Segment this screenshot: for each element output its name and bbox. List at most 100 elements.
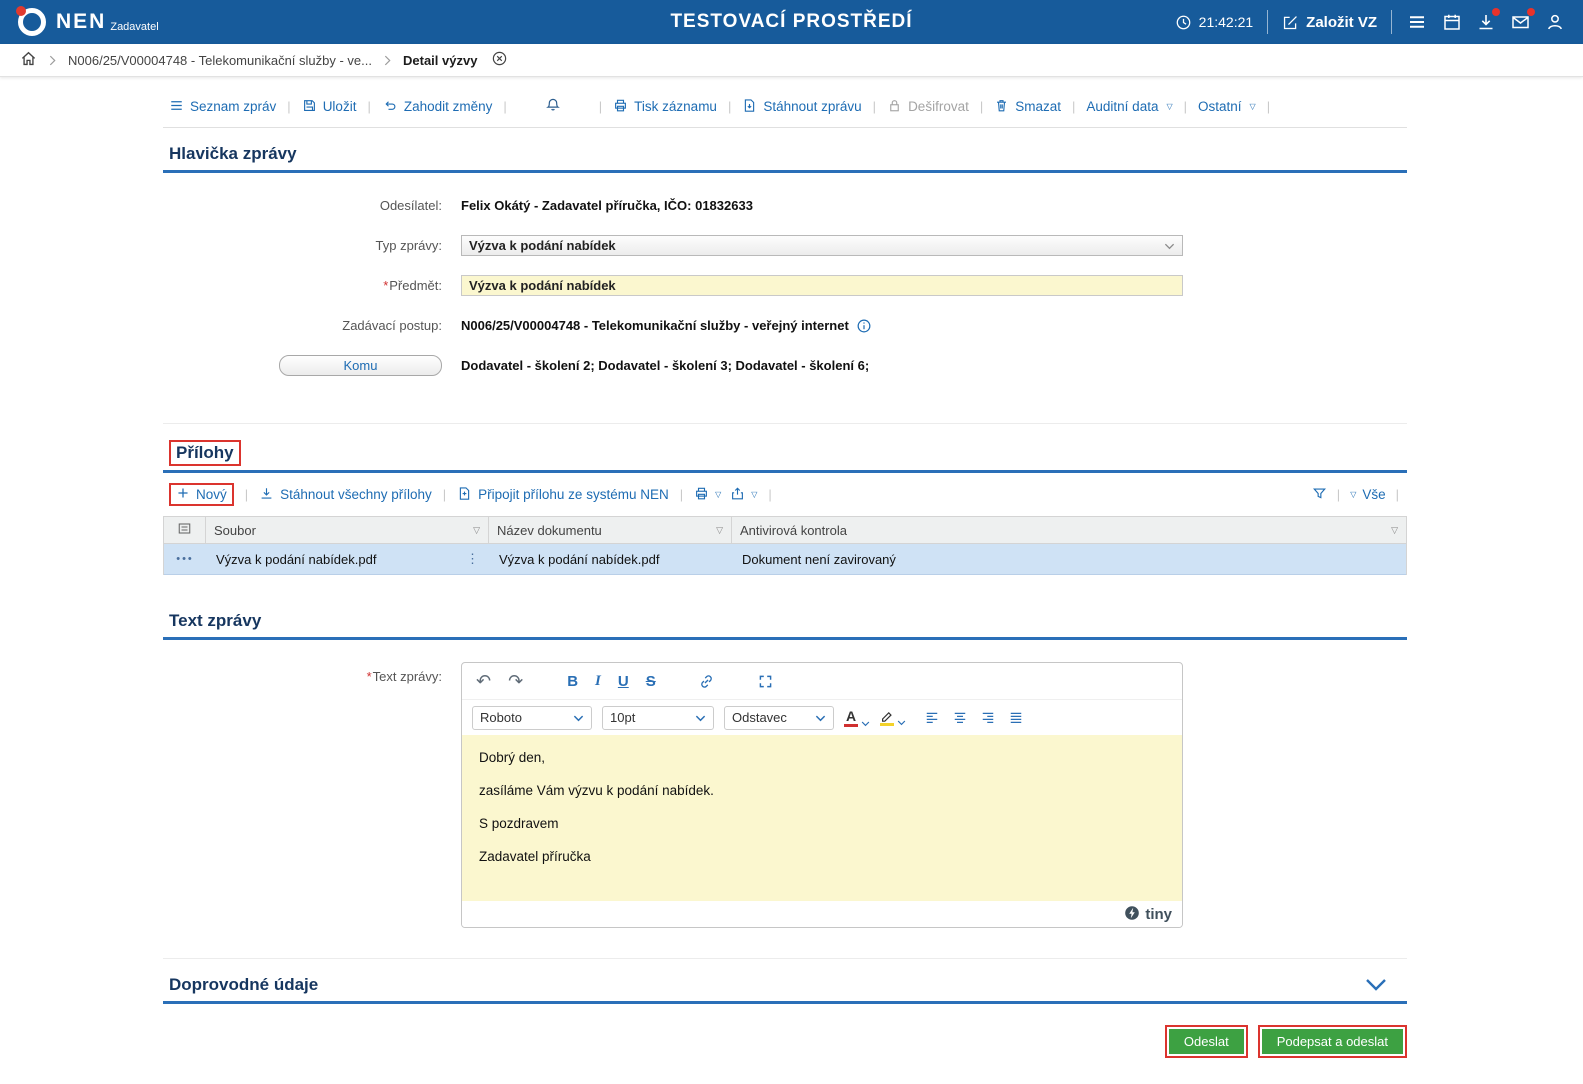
top-bar: NEN Zadavatel TESTOVACÍ PROSTŘEDÍ 21:42:… xyxy=(0,0,1583,44)
divider xyxy=(1267,10,1269,34)
editor-content-area[interactable]: Dobrý den, zasíláme Vám výzvu k podání n… xyxy=(462,735,1182,901)
attachments-toolbar: Nový | Stáhnout všechny přílohy | Připoj… xyxy=(163,473,1407,516)
discard-changes-button[interactable]: Zahodit změny xyxy=(382,98,492,116)
audit-data-button[interactable]: Auditní data ▽ xyxy=(1086,99,1172,114)
sign-and-send-button[interactable]: Podepsat a odeslat xyxy=(1261,1029,1403,1054)
alignment-group xyxy=(924,710,1024,725)
editor-toolbar-row2: Roboto 10pt Odstavec A xyxy=(462,700,1182,735)
column-header-doc-name[interactable]: Název dokumentu ▽ xyxy=(489,517,732,544)
print-record-button[interactable]: Tisk záznamu xyxy=(613,98,717,116)
divider: | xyxy=(598,99,603,114)
filter-caret-icon[interactable]: ▽ xyxy=(1391,525,1398,536)
divider: | xyxy=(442,487,447,502)
tiny-brand: tiny xyxy=(1145,905,1172,923)
redo-icon[interactable]: ↷ xyxy=(508,672,523,690)
text-color-icon: A xyxy=(844,709,858,727)
highlight-color-button[interactable] xyxy=(880,709,906,726)
font-size-select[interactable]: 10pt xyxy=(602,705,714,730)
breadcrumb-procedure[interactable]: N006/25/V00004748 - Telekomunikační služ… xyxy=(68,53,372,68)
export-attachments-button[interactable]: ▽ xyxy=(730,486,757,504)
row-handle-icon[interactable]: ⋮ xyxy=(466,551,479,567)
chevron-right-icon xyxy=(384,55,391,66)
filter-caret-icon[interactable]: ▽ xyxy=(716,525,723,536)
environment-title: TESTOVACÍ PROSTŘEDÍ xyxy=(670,11,913,32)
send-button[interactable]: Odeslat xyxy=(1168,1029,1244,1054)
printer-icon xyxy=(694,486,709,504)
calendar-button[interactable] xyxy=(1442,12,1462,32)
save-icon xyxy=(302,98,317,116)
list-icon xyxy=(169,98,184,116)
create-vz-button[interactable]: Založit VZ xyxy=(1282,14,1377,31)
message-list-button[interactable]: Seznam zpráv xyxy=(169,98,276,116)
close-tab-button[interactable] xyxy=(491,50,508,70)
filter-button[interactable] xyxy=(1312,486,1327,504)
strikethrough-icon[interactable]: S xyxy=(646,673,656,690)
divider: | xyxy=(287,99,291,114)
message-type-label: Typ zprávy: xyxy=(375,238,442,253)
editor-paragraph: zasíláme Vám výzvu k podání nabídek. xyxy=(479,783,714,798)
filter-caret-icon[interactable]: ▽ xyxy=(473,525,480,536)
print-attachments-button[interactable]: ▽ xyxy=(694,486,721,504)
row-menu-icon[interactable]: ••• xyxy=(164,544,206,574)
column-header-antivirus[interactable]: Antivirová kontrola ▽ xyxy=(732,517,1406,544)
download-message-button[interactable]: Stáhnout zprávu xyxy=(742,98,862,116)
sender-value: Felix Okátý - Zadavatel příručka, IČO: 0… xyxy=(461,198,753,213)
italic-icon[interactable]: I xyxy=(595,673,601,690)
new-attachment-button[interactable]: Nový xyxy=(176,486,227,503)
file-cell[interactable]: Výzva k podání nabídek.pdf ⋮ xyxy=(206,544,489,574)
notifications-button[interactable] xyxy=(545,97,561,116)
attachment-row[interactable]: ••• Výzva k podání nabídek.pdf ⋮ Výzva k… xyxy=(164,544,1406,575)
recipients-button[interactable]: Komu xyxy=(279,355,442,376)
breadcrumb: N006/25/V00004748 - Telekomunikační služ… xyxy=(0,44,1583,77)
download-all-attachments-button[interactable]: Stáhnout všechny přílohy xyxy=(259,486,432,504)
font-family-select[interactable]: Roboto xyxy=(472,705,592,730)
message-type-select[interactable]: Výzva k podání nabídek xyxy=(461,235,1183,256)
chevron-down-icon xyxy=(573,714,584,722)
doc-name-cell[interactable]: Výzva k podání nabídek.pdf xyxy=(489,544,732,574)
user-button[interactable] xyxy=(1545,12,1565,32)
align-right-icon[interactable] xyxy=(980,710,996,725)
additional-data-section-title: Doprovodné údaje xyxy=(163,959,1407,1004)
paragraph-style-select[interactable]: Odstavec xyxy=(724,705,834,730)
divider: | xyxy=(1183,99,1188,114)
downloads-button[interactable] xyxy=(1476,8,1500,32)
info-icon[interactable] xyxy=(856,318,872,334)
editor-footer: tiny xyxy=(462,901,1182,927)
message-text-row: *Text zprávy: ↶ ↷ B I U S Roboto 10pt Od… xyxy=(163,640,1407,958)
section-title: Hlavička zprávy xyxy=(169,144,297,163)
text-color-button[interactable]: A xyxy=(844,709,870,727)
align-justify-icon[interactable] xyxy=(1008,710,1024,725)
required-asterisk: * xyxy=(366,669,372,684)
brand: NEN Zadavatel xyxy=(56,10,159,34)
fullscreen-icon[interactable] xyxy=(757,673,774,690)
rich-text-editor: ↶ ↷ B I U S Roboto 10pt Odstavec A Dobrý… xyxy=(461,662,1183,928)
align-center-icon[interactable] xyxy=(952,710,968,725)
recipients-cell: Komu xyxy=(163,355,453,376)
home-button[interactable] xyxy=(20,50,37,70)
link-icon[interactable] xyxy=(698,673,715,690)
nen-logo xyxy=(16,6,46,36)
editor-toolbar-row1: ↶ ↷ B I U S xyxy=(462,663,1182,700)
dropdown-caret-icon: ▽ xyxy=(751,490,758,499)
dropdown-caret-icon: ▽ xyxy=(1166,102,1173,111)
menu-button[interactable] xyxy=(1406,12,1428,32)
delete-button[interactable]: Smazat xyxy=(994,98,1061,116)
selection-column-header[interactable] xyxy=(164,517,206,544)
other-button[interactable]: Ostatní ▽ xyxy=(1198,99,1256,114)
messages-button[interactable] xyxy=(1510,8,1535,32)
column-header-file[interactable]: Soubor ▽ xyxy=(206,517,489,544)
form-row-subject: *Předmět: Výzva k podání nabídek xyxy=(163,275,1407,296)
breadcrumb-current[interactable]: Detail výzvy xyxy=(403,53,477,68)
underline-icon[interactable]: U xyxy=(618,673,629,690)
save-button[interactable]: Uložit xyxy=(302,98,356,116)
expand-section-button[interactable] xyxy=(1365,978,1401,992)
user-icon xyxy=(1545,12,1565,32)
bold-icon[interactable]: B xyxy=(567,673,578,690)
subject-input[interactable]: Výzva k podání nabídek xyxy=(461,275,1183,296)
attach-from-nen-button[interactable]: Připojit přílohu ze systému NEN xyxy=(457,486,669,504)
align-left-icon[interactable] xyxy=(924,710,940,725)
undo-icon[interactable]: ↶ xyxy=(476,672,491,690)
chevron-down-icon xyxy=(815,714,826,722)
view-all-filter-button[interactable]: ▽ Vše xyxy=(1350,487,1385,502)
